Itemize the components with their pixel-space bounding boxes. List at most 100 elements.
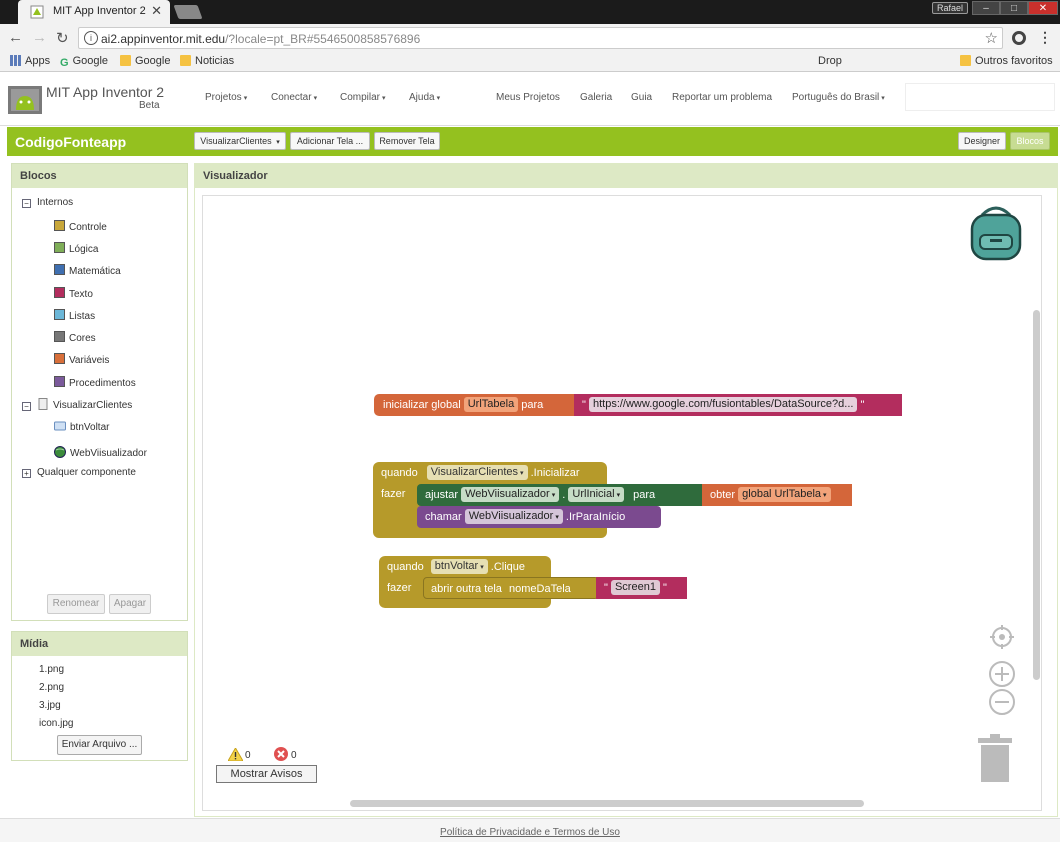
header-search-area[interactable] (905, 83, 1055, 111)
remove-screen-button[interactable]: Remover Tela (374, 132, 440, 150)
error-count: 0 (291, 750, 297, 761)
window-minimize-button[interactable]: – (972, 1, 1000, 15)
text-string-block[interactable]: " https://www.google.com/fusiontables/Da… (574, 394, 902, 416)
component-btnvoltar[interactable]: btnVoltar (54, 420, 109, 433)
collapse-icon[interactable]: − (22, 199, 31, 208)
bookmark-star-icon[interactable]: ☆ (985, 29, 998, 47)
control-color-icon (54, 220, 65, 231)
workspace-horizontal-scrollbar[interactable] (350, 800, 864, 807)
forward-arrow-icon[interactable]: → (32, 29, 47, 46)
expand-icon[interactable]: + (22, 469, 31, 478)
tree-screen[interactable]: − VisualizarClientes (22, 398, 132, 411)
event1-do-label: fazer (381, 488, 406, 500)
call-component-dropdown[interactable]: WebViisualizador ▾ (464, 509, 563, 524)
event2-header: quando btnVoltar ▾ .Clique (387, 559, 526, 574)
app-inventor-logo-icon (8, 86, 42, 114)
upload-file-button[interactable]: Enviar Arquivo ... (57, 735, 142, 755)
apps-grid-icon (10, 55, 21, 66)
call-method-block[interactable]: chamar WebViisualizador ▾ .IrParaInício (417, 506, 661, 528)
category-lists[interactable]: Listas (54, 309, 95, 322)
delete-button[interactable]: Apagar (109, 594, 151, 614)
new-tab-button[interactable] (173, 5, 203, 19)
workspace-vertical-scrollbar[interactable] (1033, 310, 1040, 680)
link-my-projects[interactable]: Meus Projetos (496, 92, 560, 103)
tab-title: MIT App Inventor 2 (53, 5, 146, 17)
bookmark-noticias[interactable]: Noticias (180, 55, 234, 67)
category-control[interactable]: Controle (54, 220, 107, 233)
bookmark-google-1[interactable]: G Google (60, 55, 108, 69)
warning-triangle-icon (228, 748, 243, 761)
category-text[interactable]: Texto (54, 287, 93, 300)
menu-projects[interactable]: Projetos ▾ (205, 92, 247, 103)
screen-name-field[interactable]: Screen1 (610, 580, 660, 595)
event1-component-dropdown[interactable]: VisualizarClientes ▾ (426, 465, 528, 480)
url-text-field[interactable]: https://www.google.com/fusiontables/Data… (588, 397, 858, 412)
link-gallery[interactable]: Galeria (580, 92, 612, 103)
getter-block[interactable]: obter global UrlTabela ▾ (702, 484, 852, 506)
blocks-button[interactable]: Blocos (1010, 132, 1050, 150)
setter-property-dropdown[interactable]: UrlInicial ▾ (568, 487, 625, 502)
window-maximize-button[interactable]: □ (1000, 1, 1028, 15)
bookmark-google-2[interactable]: Google (120, 55, 170, 67)
browser-tab[interactable]: MIT App Inventor 2 ✕ (18, 0, 170, 24)
category-math[interactable]: Matemática (54, 264, 121, 277)
bookmark-drop[interactable]: Drop (818, 55, 842, 67)
media-panel-title: Mídia (12, 632, 187, 656)
tree-builtin[interactable]: − Internos (22, 197, 73, 208)
event2-component-dropdown[interactable]: btnVoltar ▾ (430, 559, 488, 574)
category-colors[interactable]: Cores (54, 331, 96, 344)
open-screen-block[interactable]: abrir outra tela nomeDaTela (423, 577, 599, 599)
procedures-color-icon (54, 376, 65, 387)
component-webviewer[interactable]: WebViisualizador (54, 446, 147, 459)
backpack-icon[interactable] (966, 203, 1026, 261)
menu-connect[interactable]: Conectar ▾ (271, 92, 317, 103)
screen-select-dropdown[interactable]: VisualizarClientes ▾ (194, 132, 286, 150)
screen-name-text-block[interactable]: " Screen1 " (596, 577, 687, 599)
media-file[interactable]: icon.jpg (39, 718, 73, 729)
media-file[interactable]: 3.jpg (39, 700, 61, 711)
blocks-panel-title: Blocos (12, 164, 187, 188)
getter-variable-dropdown[interactable]: global UrlTabela ▾ (738, 487, 831, 502)
bookmark-apps[interactable]: Apps (10, 55, 50, 67)
add-screen-button[interactable]: Adicionar Tela ... (290, 132, 370, 150)
global-variable-block[interactable]: inicializar global UrlTabela para (374, 394, 580, 416)
tree-any-component[interactable]: + Qualquer componente (22, 467, 136, 478)
browser-tabstrip: MIT App Inventor 2 ✕ Rafael – □ ✕ (0, 0, 1060, 24)
menu-build[interactable]: Compilar ▾ (340, 92, 386, 103)
profile-button[interactable]: Rafael (932, 2, 968, 14)
site-info-icon[interactable]: i (84, 31, 98, 45)
zoom-in-icon[interactable] (988, 660, 1016, 688)
menu-language[interactable]: Português do Brasil ▾ (792, 92, 885, 103)
link-guide[interactable]: Guia (631, 92, 652, 103)
reload-icon[interactable]: ↻ (56, 29, 69, 47)
button-component-icon (54, 421, 66, 431)
tab-close-icon[interactable]: ✕ (151, 3, 162, 19)
setter-block[interactable]: ajustar WebViisualizador ▾ . UrlInicial ▾ … (417, 484, 707, 506)
privacy-terms-link[interactable]: Política de Privacidade e Termos de Uso (0, 827, 1060, 838)
trash-icon[interactable] (976, 734, 1014, 784)
extension-icon[interactable] (1012, 31, 1026, 45)
window-close-button[interactable]: ✕ (1028, 1, 1058, 15)
colors-color-icon (54, 331, 65, 342)
designer-button[interactable]: Designer (958, 132, 1006, 150)
bookmark-other-favorites[interactable]: Outros favoritos (960, 55, 1053, 67)
link-report-problem[interactable]: Reportar um problema (672, 92, 772, 103)
category-variables[interactable]: Variáveis (54, 353, 109, 366)
viewer-title: Visualizador (195, 164, 1057, 188)
address-bar[interactable]: i ai2.appinventor.mit.edu/?locale=pt_BR#… (78, 27, 1003, 49)
rename-button[interactable]: Renomear (47, 594, 105, 614)
collapse-icon[interactable]: − (22, 402, 31, 411)
media-file[interactable]: 2.png (39, 682, 64, 693)
show-warnings-button[interactable]: Mostrar Avisos (216, 765, 317, 783)
setter-component-dropdown[interactable]: WebViisualizador ▾ (461, 487, 560, 502)
category-procedures[interactable]: Procedimentos (54, 376, 136, 389)
variable-name-field[interactable]: UrlTabela (463, 397, 519, 412)
media-file[interactable]: 1.png (39, 664, 64, 675)
zoom-out-icon[interactable] (988, 688, 1016, 716)
brand-title[interactable]: MIT App Inventor 2 (46, 84, 164, 100)
browser-menu-icon[interactable]: ⋮ (1038, 29, 1052, 46)
category-logic[interactable]: Lógica (54, 242, 98, 255)
back-arrow-icon[interactable]: ← (8, 29, 23, 46)
recenter-target-icon[interactable] (990, 625, 1014, 649)
menu-help[interactable]: Ajuda ▾ (409, 92, 440, 103)
